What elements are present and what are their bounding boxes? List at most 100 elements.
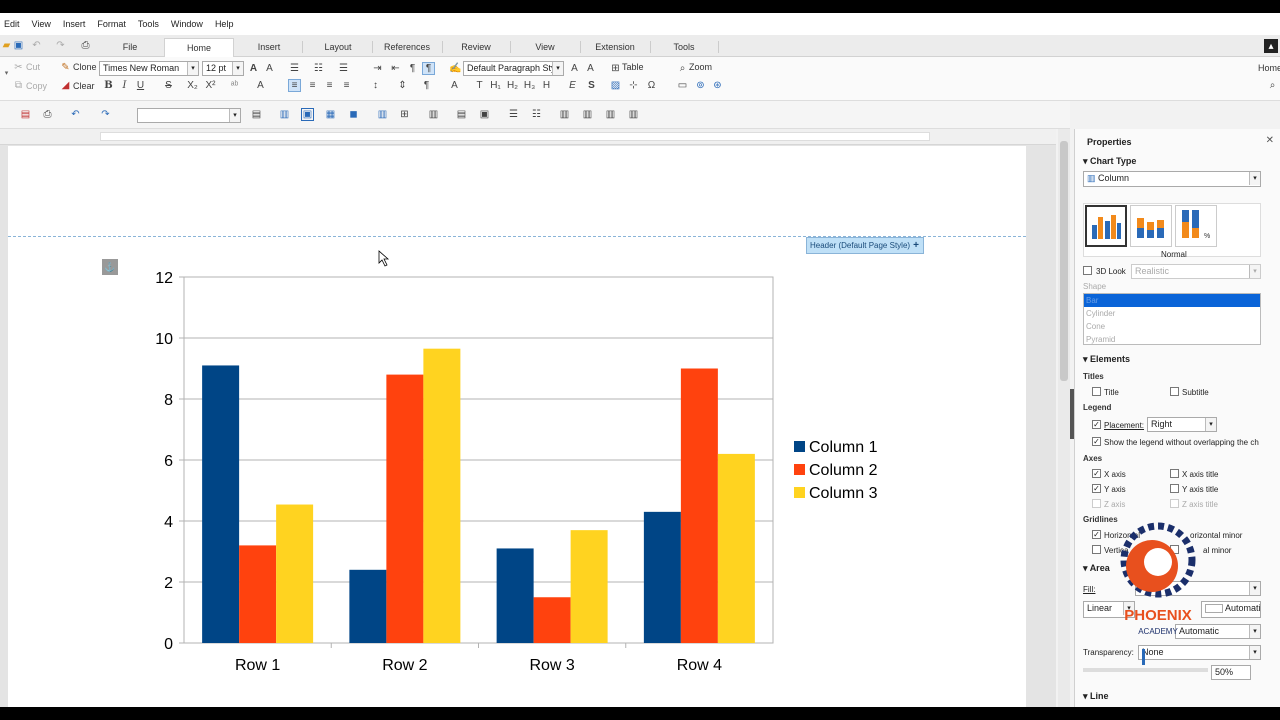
- titles-heading: Titles: [1083, 372, 1104, 381]
- scroll-thumb[interactable]: [1060, 141, 1068, 381]
- z-axis-title-checkbox[interactable]: [1170, 499, 1179, 508]
- x-tick-label: Row 3: [529, 657, 574, 674]
- svg-text:%: %: [1204, 233, 1210, 240]
- x-axis-title-label: X axis title: [1182, 470, 1219, 479]
- y-axis-checkbox[interactable]: ✓: [1092, 484, 1101, 493]
- 3d-look-select[interactable]: Realistic ▾: [1131, 264, 1261, 279]
- shape-option[interactable]: Cylinder: [1084, 307, 1260, 320]
- x-axis-title-checkbox[interactable]: [1170, 469, 1179, 478]
- y-tick-label: 4: [164, 514, 173, 531]
- collapse-tabs-icon[interactable]: ▴: [1264, 39, 1278, 53]
- bar: [423, 348, 461, 643]
- transparency-percent-value: 50%: [1215, 667, 1234, 677]
- gradient-color-value: Automati: [1225, 603, 1261, 613]
- search-icon[interactable]: ⌕: [1266, 79, 1279, 92]
- axes-heading: Axes: [1083, 454, 1103, 463]
- y-tick-label: 2: [164, 575, 173, 592]
- chart-type-heading: Chart Type: [1090, 156, 1137, 166]
- 3d-look-value: Realistic: [1135, 266, 1170, 276]
- preset-percent[interactable]: %: [1175, 205, 1217, 247]
- slider-knob[interactable]: [1142, 649, 1145, 665]
- transparency-value: None: [1142, 647, 1164, 657]
- legend-label: Column 1: [809, 439, 878, 456]
- section-elements[interactable]: ▾ Elements: [1083, 354, 1130, 365]
- y-tick-label: 6: [164, 453, 173, 470]
- section-area[interactable]: ▾ Area: [1083, 563, 1110, 574]
- z-axis-checkbox[interactable]: [1092, 499, 1101, 508]
- legend-swatch: [794, 441, 805, 452]
- shape-list[interactable]: Bar Cylinder Cone Pyramid: [1083, 293, 1261, 345]
- shape-label: Shape: [1083, 282, 1107, 291]
- placement-value: Right: [1151, 419, 1173, 429]
- area-heading: Area: [1089, 563, 1110, 573]
- bar: [643, 511, 681, 643]
- z-axis-title-label: Z axis title: [1182, 500, 1219, 509]
- bar: [386, 374, 424, 643]
- y-axis-title-checkbox[interactable]: [1170, 484, 1179, 493]
- shape-option[interactable]: Bar: [1084, 294, 1260, 307]
- chart-type-value: Column: [1098, 173, 1130, 183]
- vertical-major-checkbox[interactable]: [1092, 545, 1101, 554]
- gradient-color-select[interactable]: Automati: [1201, 601, 1261, 618]
- x-tick-label: Row 2: [382, 657, 427, 674]
- legend-label: Column 3: [809, 485, 878, 502]
- bar: [570, 530, 608, 643]
- x-tick-label: Row 4: [677, 657, 722, 674]
- elements-heading: Elements: [1090, 354, 1131, 364]
- x-tick-label: Row 1: [235, 657, 280, 674]
- mouse-cursor-icon: [378, 250, 390, 267]
- legend-overlap-label: Show the legend without overlapping the …: [1104, 438, 1259, 447]
- title-checkbox[interactable]: [1092, 387, 1101, 396]
- logo-sub: ACADEMY: [1138, 627, 1178, 636]
- legend-swatch: [794, 487, 805, 498]
- x-axis-checkbox[interactable]: ✓: [1092, 469, 1101, 478]
- bar: [496, 548, 534, 643]
- y-tick-label: 12: [155, 270, 173, 287]
- y-tick-label: 8: [164, 392, 173, 409]
- column-type-icon: ▥: [1087, 173, 1096, 183]
- 3d-look-label: 3D Look: [1096, 267, 1126, 276]
- close-icon[interactable]: ✕: [1266, 135, 1274, 146]
- section-line[interactable]: ▾ Line: [1083, 691, 1109, 702]
- transparency-select[interactable]: None ▾: [1138, 645, 1261, 660]
- preset-normal[interactable]: [1085, 205, 1127, 247]
- bar: [239, 545, 277, 643]
- y-tick-label: 0: [164, 636, 173, 653]
- y-axis-label: Y axis: [1104, 485, 1126, 494]
- legend-heading: Legend: [1083, 403, 1112, 412]
- legend-label: Column 2: [809, 462, 878, 479]
- 3d-look-checkbox[interactable]: [1083, 266, 1092, 275]
- preset-label: Normal: [1161, 250, 1187, 259]
- bar: [202, 365, 240, 643]
- title-checkbox-label: Title: [1104, 388, 1119, 397]
- subtitle-checkbox[interactable]: [1170, 387, 1179, 396]
- legend-overlap-checkbox[interactable]: ✓: [1092, 437, 1101, 446]
- shape-option[interactable]: Pyramid: [1084, 333, 1260, 346]
- fill-label: Fill:: [1083, 585, 1096, 594]
- transparency-label: Transparency:: [1083, 648, 1134, 657]
- horizontal-major-checkbox[interactable]: ✓: [1092, 530, 1101, 539]
- shape-option[interactable]: Cone: [1084, 320, 1260, 333]
- vertical-scrollbar[interactable]: [1058, 129, 1070, 707]
- bar: [717, 453, 755, 643]
- y-tick-label: 10: [155, 331, 173, 348]
- bar: [349, 569, 387, 643]
- subtitle-checkbox-label: Subtitle: [1182, 388, 1209, 397]
- phoenix-academy-logo: PHOENIX ACADEMY: [1120, 522, 1196, 636]
- placement-select[interactable]: Right ▾: [1147, 417, 1217, 432]
- bar: [276, 504, 314, 643]
- legend-swatch: [794, 464, 805, 475]
- home-label-right[interactable]: Home: [1258, 63, 1280, 73]
- logo-name: PHOENIX: [1124, 607, 1192, 624]
- transparency-percent[interactable]: 50%: [1211, 665, 1251, 680]
- bar: [533, 597, 571, 643]
- line-heading: Line: [1090, 691, 1109, 701]
- writer-window: Edit View Insert Format Tools Window Hel…: [0, 13, 1280, 707]
- legend-placement-checkbox[interactable]: ✓: [1092, 420, 1101, 429]
- transparency-slider[interactable]: [1083, 668, 1208, 672]
- bar-chart[interactable]: 0 2 4 6 8 10 12 Row 1 Row 2 Row 3 Row 4 Column 1 Col…: [0, 13, 1050, 707]
- chart-type-select[interactable]: ▥ Column ▾: [1083, 171, 1261, 187]
- bottom-bar: [0, 707, 1280, 720]
- section-chart-type[interactable]: ▾ Chart Type: [1083, 156, 1136, 167]
- preset-stacked[interactable]: [1130, 205, 1172, 247]
